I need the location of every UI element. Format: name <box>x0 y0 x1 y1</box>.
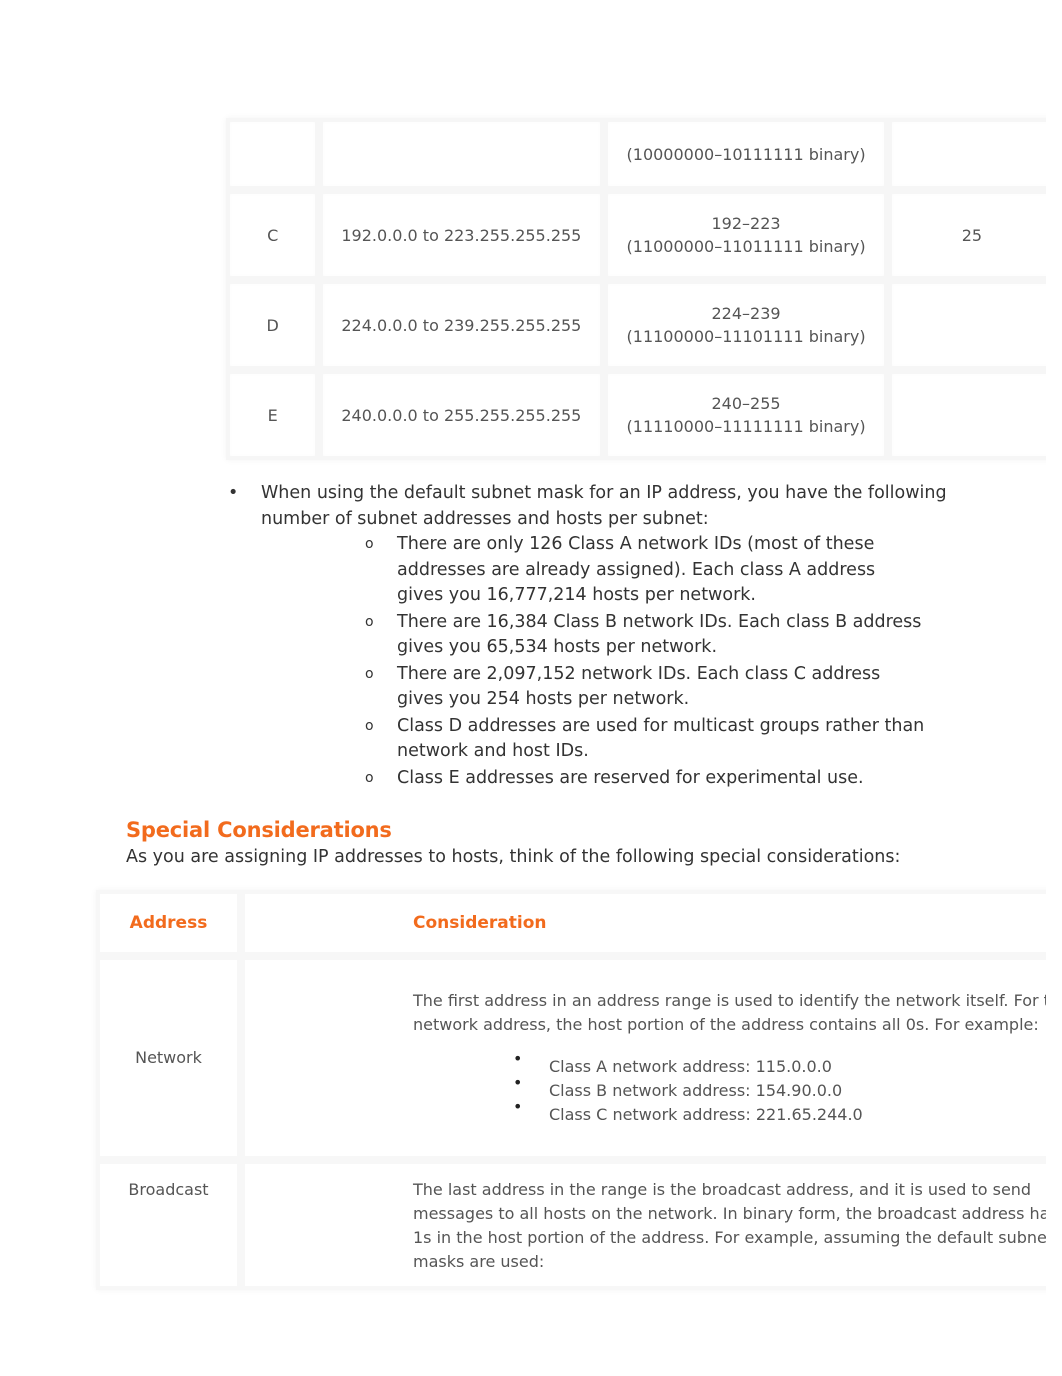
circle-bullet-icon: o <box>365 536 374 552</box>
sub-list: o There are only 126 Class A network IDs … <box>365 532 925 791</box>
first-octet-binary: (11100000–11101111 binary) <box>626 327 866 346</box>
table-row: C 192.0.0.0 to 223.255.255.255 192–223 (… <box>226 190 1046 280</box>
section-heading: Special Considerations <box>126 818 392 842</box>
mask-cell: 25 <box>887 190 1046 280</box>
list-item-text: Class B network address: 154.90.0.0 <box>549 1081 843 1100</box>
table-row: Broadcast The last address in the range … <box>96 1160 1046 1290</box>
address-cell: Broadcast <box>96 1160 241 1290</box>
list-item-text: Class E addresses are reserved for exper… <box>397 767 864 788</box>
ip-class-table: (10000000–10111111 binary) C 192.0.0.0 t… <box>226 118 1046 460</box>
column-header-consideration: Consideration <box>241 890 1046 956</box>
class-cell: E <box>226 370 320 460</box>
list-item: o Class E addresses are reserved for expe… <box>365 766 925 792</box>
class-cell <box>226 118 320 190</box>
class-cell: D <box>226 280 320 370</box>
section-intro: As you are assigning IP addresses to hos… <box>126 847 901 867</box>
document-page: (10000000–10111111 binary) C 192.0.0.0 t… <box>0 0 1046 1376</box>
mask-cell <box>887 118 1046 190</box>
first-octet-cell: 224–239 (11100000–11101111 binary) <box>604 280 888 370</box>
first-octet-range: 192–223 <box>711 214 781 233</box>
list-item-text: Class D addresses are used for multicast… <box>397 715 925 762</box>
table-header-row: Address Consideration <box>96 890 1046 956</box>
first-octet-cell: 192–223 (11000000–11011111 binary) <box>604 190 888 280</box>
list-item: • Class A network address: 115.0.0.0 <box>413 1049 1046 1079</box>
mask-cell <box>887 370 1046 460</box>
list-item-text: When using the default subnet mask for a… <box>261 483 947 529</box>
list-item: • Class C network address: 221.65.244.0 <box>413 1097 1046 1127</box>
bullet-icon: • <box>513 1073 523 1092</box>
consideration-cell: The last address in the range is the bro… <box>241 1160 1046 1290</box>
list-item: o There are only 126 Class A network IDs … <box>365 532 925 609</box>
consideration-text: The last address in the range is the bro… <box>413 1180 1046 1271</box>
list-item: o There are 16,384 Class B network IDs. E… <box>365 610 925 661</box>
first-octet-range: 224–239 <box>711 304 781 323</box>
list-item: • When using the default subnet mask for… <box>228 480 948 532</box>
range-cell <box>319 118 605 190</box>
address-cell: Network <box>96 956 241 1160</box>
first-octet-binary: (10000000–10111111 binary) <box>626 144 866 164</box>
consideration-text: The first address in an address range is… <box>413 991 1046 1034</box>
list-item-text: There are 16,384 Class B network IDs. Ea… <box>397 611 922 658</box>
bullet-icon: • <box>228 483 239 503</box>
class-cell: C <box>226 190 320 280</box>
column-header-address: Address <box>96 890 241 956</box>
subnet-bullet-list: • When using the default subnet mask for… <box>228 480 948 792</box>
table-row: D 224.0.0.0 to 239.255.255.255 224–239 (… <box>226 280 1046 370</box>
first-octet-binary: (11000000–11011111 binary) <box>626 237 866 256</box>
first-octet-range: 240–255 <box>711 394 781 413</box>
first-octet-cell: (10000000–10111111 binary) <box>604 118 888 190</box>
example-list: • Class A network address: 115.0.0.0 • Cla… <box>413 1049 1046 1127</box>
list-item-text: Class A network address: 115.0.0.0 <box>549 1057 832 1076</box>
bullet-icon: • <box>513 1049 523 1068</box>
circle-bullet-icon: o <box>365 769 374 786</box>
table-row: Network The first address in an address … <box>96 956 1046 1160</box>
range-cell: 224.0.0.0 to 239.255.255.255 <box>319 280 605 370</box>
circle-bullet-icon: o <box>365 665 374 682</box>
bullet-icon: • <box>513 1097 523 1116</box>
list-item: • Class B network address: 154.90.0.0 <box>413 1073 1046 1103</box>
list-item-text: Class C network address: 221.65.244.0 <box>549 1105 863 1124</box>
circle-bullet-icon: o <box>365 613 374 630</box>
list-item-text: There are 2,097,152 network IDs. Each cl… <box>397 663 881 710</box>
first-octet-cell: 240–255 (11110000–11111111 binary) <box>604 370 888 460</box>
first-octet-binary: (11110000–11111111 binary) <box>626 417 866 436</box>
consideration-cell: The first address in an address range is… <box>241 956 1046 1160</box>
range-cell: 240.0.0.0 to 255.255.255.255 <box>319 370 605 460</box>
table-row: (10000000–10111111 binary) <box>226 118 1046 190</box>
mask-cell <box>887 280 1046 370</box>
list-item: o There are 2,097,152 network IDs. Each c… <box>365 662 925 713</box>
list-item: o Class D addresses are used for multicas… <box>365 714 925 765</box>
table-row: E 240.0.0.0 to 255.255.255.255 240–255 (… <box>226 370 1046 460</box>
list-item-text: There are only 126 Class A network IDs (… <box>397 534 876 605</box>
circle-bullet-icon: o <box>365 717 374 734</box>
considerations-table: Address Consideration Network The first … <box>96 890 1046 1290</box>
range-cell: 192.0.0.0 to 223.255.255.255 <box>319 190 605 280</box>
